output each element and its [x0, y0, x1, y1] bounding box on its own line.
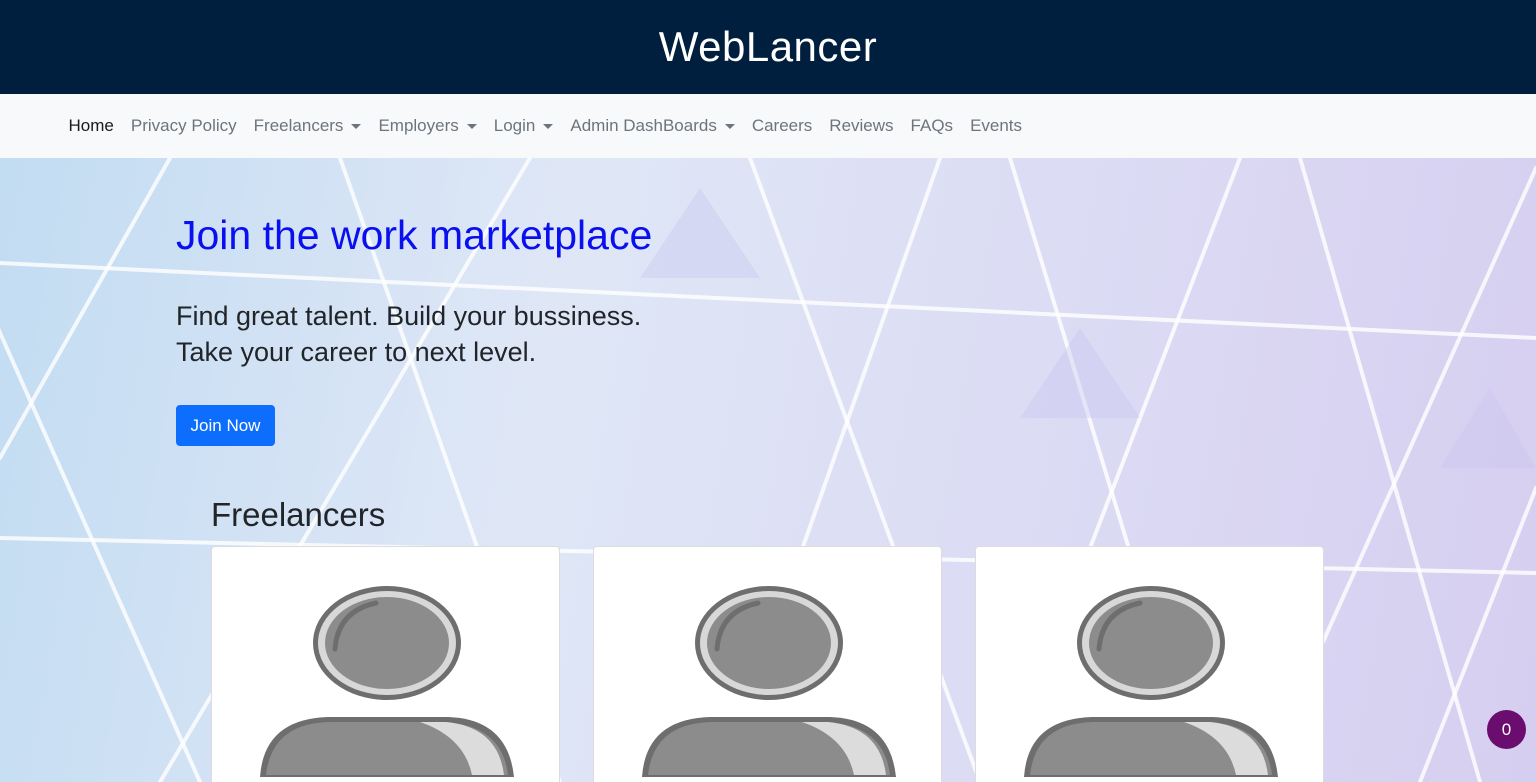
user-avatar-icon: [642, 586, 896, 777]
nav-item-label: FAQs: [910, 116, 954, 135]
notification-count-badge[interactable]: 0: [1487, 710, 1526, 749]
nav-item-label: Employers: [378, 116, 459, 135]
user-avatar-icon: [1024, 586, 1278, 777]
site-title: WebLancer: [658, 23, 878, 70]
freelancer-card[interactable]: [593, 546, 942, 782]
caret-down-icon: [724, 123, 735, 129]
nav-item-reviews[interactable]: Reviews: [821, 116, 902, 136]
caret-down-icon: [466, 123, 477, 129]
nav-item-freelancers[interactable]: Freelancers: [245, 116, 370, 136]
caret-down-icon: [351, 123, 362, 129]
nav-item-label: Home: [68, 116, 114, 135]
join-now-button[interactable]: Join Now: [176, 405, 275, 446]
nav-item-events[interactable]: Events: [962, 116, 1031, 136]
freelancer-card[interactable]: [211, 546, 560, 782]
nav-item-home[interactable]: Home: [60, 116, 122, 136]
hero-subtitle: Find great talent. Build your bussiness.…: [176, 298, 641, 370]
nav-item-faqs[interactable]: FAQs: [902, 116, 962, 136]
caret-down-icon: [543, 123, 554, 129]
nav-item-label: Events: [970, 116, 1023, 135]
nav-item-login[interactable]: Login: [485, 116, 562, 136]
nav-item-employers[interactable]: Employers: [370, 116, 485, 136]
nav-item-label: Login: [493, 116, 536, 135]
freelancers-heading: Freelancers: [211, 496, 386, 533]
hero-title: Join the work marketplace: [176, 212, 653, 258]
nav-item-privacy-policy[interactable]: Privacy Policy: [122, 116, 245, 136]
nav-item-label: Careers: [751, 116, 813, 135]
nav-item-label: Admin DashBoards: [570, 116, 717, 135]
nav-item-admin-dashboards[interactable]: Admin DashBoards: [562, 116, 743, 136]
hero-subtitle-line: Take your career to next level.: [176, 337, 537, 367]
user-avatar-icon: [260, 586, 514, 777]
hero-subtitle-line: Find great talent. Build your bussiness.: [176, 301, 642, 331]
nav-item-careers[interactable]: Careers: [743, 116, 820, 136]
hero-section: Join the work marketplace Find great tal…: [0, 158, 1536, 782]
main-navbar: Home Privacy Policy Freelancers Employer…: [0, 94, 1536, 158]
nav-item-label: Freelancers: [253, 116, 344, 135]
nav-item-label: Reviews: [829, 116, 894, 135]
freelancer-card[interactable]: [975, 546, 1324, 782]
site-header: WebLancer: [0, 0, 1536, 94]
nav-item-label: Privacy Policy: [130, 116, 237, 135]
